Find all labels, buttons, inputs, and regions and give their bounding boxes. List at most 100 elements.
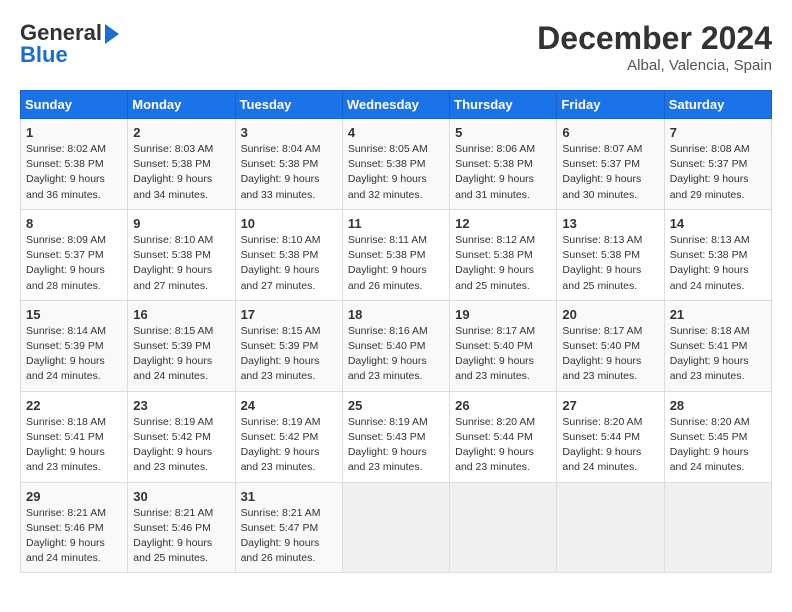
day-info: Sunrise: 8:15 AMSunset: 5:39 PMDaylight:…: [133, 324, 229, 385]
day-info: Sunrise: 8:20 AMSunset: 5:44 PMDaylight:…: [562, 415, 658, 476]
day-info: Sunrise: 8:14 AMSunset: 5:39 PMDaylight:…: [26, 324, 122, 385]
day-number: 31: [241, 489, 337, 504]
calendar-week-1: 1 Sunrise: 8:02 AMSunset: 5:38 PMDayligh…: [21, 119, 772, 210]
day-number: 5: [455, 125, 551, 140]
day-info: Sunrise: 8:13 AMSunset: 5:38 PMDaylight:…: [670, 233, 766, 294]
calendar-day-31: 31 Sunrise: 8:21 AMSunset: 5:47 PMDaylig…: [235, 482, 342, 573]
day-number: 9: [133, 216, 229, 231]
day-info: Sunrise: 8:08 AMSunset: 5:37 PMDaylight:…: [670, 142, 766, 203]
calendar-day-3: 3 Sunrise: 8:04 AMSunset: 5:38 PMDayligh…: [235, 119, 342, 210]
calendar-day-11: 11 Sunrise: 8:11 AMSunset: 5:38 PMDaylig…: [342, 209, 449, 300]
calendar-day-30: 30 Sunrise: 8:21 AMSunset: 5:46 PMDaylig…: [128, 482, 235, 573]
calendar-week-4: 22 Sunrise: 8:18 AMSunset: 5:41 PMDaylig…: [21, 391, 772, 482]
calendar-day-25: 25 Sunrise: 8:19 AMSunset: 5:43 PMDaylig…: [342, 391, 449, 482]
calendar-day-10: 10 Sunrise: 8:10 AMSunset: 5:38 PMDaylig…: [235, 209, 342, 300]
day-number: 7: [670, 125, 766, 140]
day-number: 22: [26, 398, 122, 413]
empty-cell: [450, 482, 557, 573]
day-info: Sunrise: 8:06 AMSunset: 5:38 PMDaylight:…: [455, 142, 551, 203]
title-block: December 2024 Albal, Valencia, Spain: [537, 20, 772, 74]
day-header-monday: Monday: [128, 91, 235, 119]
calendar-week-2: 8 Sunrise: 8:09 AMSunset: 5:37 PMDayligh…: [21, 209, 772, 300]
day-info: Sunrise: 8:02 AMSunset: 5:38 PMDaylight:…: [26, 142, 122, 203]
day-number: 11: [348, 216, 444, 231]
calendar-day-9: 9 Sunrise: 8:10 AMSunset: 5:38 PMDayligh…: [128, 209, 235, 300]
day-info: Sunrise: 8:10 AMSunset: 5:38 PMDaylight:…: [241, 233, 337, 294]
day-number: 25: [348, 398, 444, 413]
day-number: 6: [562, 125, 658, 140]
day-info: Sunrise: 8:03 AMSunset: 5:38 PMDaylight:…: [133, 142, 229, 203]
calendar-day-18: 18 Sunrise: 8:16 AMSunset: 5:40 PMDaylig…: [342, 300, 449, 391]
day-number: 30: [133, 489, 229, 504]
day-number: 29: [26, 489, 122, 504]
calendar-day-15: 15 Sunrise: 8:14 AMSunset: 5:39 PMDaylig…: [21, 300, 128, 391]
calendar-day-17: 17 Sunrise: 8:15 AMSunset: 5:39 PMDaylig…: [235, 300, 342, 391]
calendar-day-23: 23 Sunrise: 8:19 AMSunset: 5:42 PMDaylig…: [128, 391, 235, 482]
day-header-friday: Friday: [557, 91, 664, 119]
calendar-day-20: 20 Sunrise: 8:17 AMSunset: 5:40 PMDaylig…: [557, 300, 664, 391]
day-header-wednesday: Wednesday: [342, 91, 449, 119]
calendar-table: SundayMondayTuesdayWednesdayThursdayFrid…: [20, 90, 772, 573]
day-info: Sunrise: 8:20 AMSunset: 5:44 PMDaylight:…: [455, 415, 551, 476]
calendar-day-29: 29 Sunrise: 8:21 AMSunset: 5:46 PMDaylig…: [21, 482, 128, 573]
day-number: 2: [133, 125, 229, 140]
day-number: 4: [348, 125, 444, 140]
day-number: 12: [455, 216, 551, 231]
day-info: Sunrise: 8:11 AMSunset: 5:38 PMDaylight:…: [348, 233, 444, 294]
calendar-day-7: 7 Sunrise: 8:08 AMSunset: 5:37 PMDayligh…: [664, 119, 771, 210]
calendar-day-12: 12 Sunrise: 8:12 AMSunset: 5:38 PMDaylig…: [450, 209, 557, 300]
logo-text-blue: Blue: [20, 42, 68, 68]
calendar-week-5: 29 Sunrise: 8:21 AMSunset: 5:46 PMDaylig…: [21, 482, 772, 573]
day-info: Sunrise: 8:19 AMSunset: 5:42 PMDaylight:…: [241, 415, 337, 476]
day-number: 13: [562, 216, 658, 231]
day-info: Sunrise: 8:12 AMSunset: 5:38 PMDaylight:…: [455, 233, 551, 294]
day-info: Sunrise: 8:18 AMSunset: 5:41 PMDaylight:…: [670, 324, 766, 385]
day-header-saturday: Saturday: [664, 91, 771, 119]
day-info: Sunrise: 8:09 AMSunset: 5:37 PMDaylight:…: [26, 233, 122, 294]
calendar-day-24: 24 Sunrise: 8:19 AMSunset: 5:42 PMDaylig…: [235, 391, 342, 482]
day-info: Sunrise: 8:15 AMSunset: 5:39 PMDaylight:…: [241, 324, 337, 385]
day-info: Sunrise: 8:04 AMSunset: 5:38 PMDaylight:…: [241, 142, 337, 203]
day-number: 24: [241, 398, 337, 413]
day-number: 14: [670, 216, 766, 231]
day-number: 1: [26, 125, 122, 140]
location: Albal, Valencia, Spain: [537, 57, 772, 74]
day-number: 21: [670, 307, 766, 322]
day-number: 17: [241, 307, 337, 322]
calendar-day-5: 5 Sunrise: 8:06 AMSunset: 5:38 PMDayligh…: [450, 119, 557, 210]
day-info: Sunrise: 8:21 AMSunset: 5:47 PMDaylight:…: [241, 506, 337, 567]
day-number: 26: [455, 398, 551, 413]
day-info: Sunrise: 8:07 AMSunset: 5:37 PMDaylight:…: [562, 142, 658, 203]
calendar-day-21: 21 Sunrise: 8:18 AMSunset: 5:41 PMDaylig…: [664, 300, 771, 391]
calendar-day-6: 6 Sunrise: 8:07 AMSunset: 5:37 PMDayligh…: [557, 119, 664, 210]
empty-cell: [342, 482, 449, 573]
logo: General Blue: [20, 20, 119, 68]
month-title: December 2024: [537, 20, 772, 57]
day-info: Sunrise: 8:17 AMSunset: 5:40 PMDaylight:…: [455, 324, 551, 385]
day-number: 8: [26, 216, 122, 231]
day-number: 19: [455, 307, 551, 322]
calendar-day-16: 16 Sunrise: 8:15 AMSunset: 5:39 PMDaylig…: [128, 300, 235, 391]
day-number: 20: [562, 307, 658, 322]
day-info: Sunrise: 8:18 AMSunset: 5:41 PMDaylight:…: [26, 415, 122, 476]
day-info: Sunrise: 8:21 AMSunset: 5:46 PMDaylight:…: [26, 506, 122, 567]
empty-cell: [557, 482, 664, 573]
day-info: Sunrise: 8:17 AMSunset: 5:40 PMDaylight:…: [562, 324, 658, 385]
day-info: Sunrise: 8:05 AMSunset: 5:38 PMDaylight:…: [348, 142, 444, 203]
calendar-day-4: 4 Sunrise: 8:05 AMSunset: 5:38 PMDayligh…: [342, 119, 449, 210]
day-header-tuesday: Tuesday: [235, 91, 342, 119]
day-header-sunday: Sunday: [21, 91, 128, 119]
day-number: 16: [133, 307, 229, 322]
logo-arrow-icon: [105, 24, 119, 44]
day-info: Sunrise: 8:21 AMSunset: 5:46 PMDaylight:…: [133, 506, 229, 567]
day-number: 23: [133, 398, 229, 413]
day-info: Sunrise: 8:10 AMSunset: 5:38 PMDaylight:…: [133, 233, 229, 294]
calendar-week-3: 15 Sunrise: 8:14 AMSunset: 5:39 PMDaylig…: [21, 300, 772, 391]
day-number: 18: [348, 307, 444, 322]
calendar-day-26: 26 Sunrise: 8:20 AMSunset: 5:44 PMDaylig…: [450, 391, 557, 482]
page-header: General Blue December 2024 Albal, Valenc…: [20, 20, 772, 74]
day-info: Sunrise: 8:16 AMSunset: 5:40 PMDaylight:…: [348, 324, 444, 385]
calendar-day-13: 13 Sunrise: 8:13 AMSunset: 5:38 PMDaylig…: [557, 209, 664, 300]
calendar-day-28: 28 Sunrise: 8:20 AMSunset: 5:45 PMDaylig…: [664, 391, 771, 482]
day-header-thursday: Thursday: [450, 91, 557, 119]
